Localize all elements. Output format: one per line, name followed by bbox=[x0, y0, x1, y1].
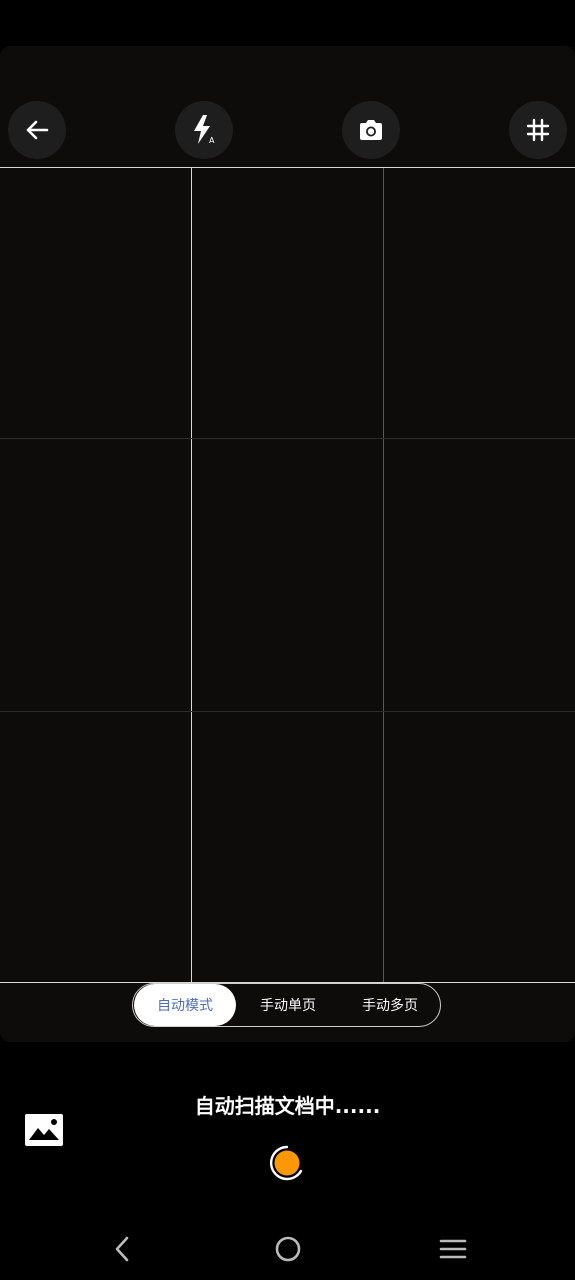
chevron-left-icon[interactable] bbox=[110, 1234, 134, 1264]
switch-camera-button[interactable] bbox=[342, 101, 400, 159]
mode-auto[interactable]: 自动模式 bbox=[134, 984, 236, 1026]
back-button[interactable] bbox=[8, 101, 66, 159]
mode-manual-multi[interactable]: 手动多页 bbox=[340, 984, 440, 1026]
gallery-button[interactable] bbox=[24, 1113, 64, 1147]
scan-mode-selector: 自动模式 手动单页 手动多页 bbox=[132, 983, 441, 1027]
hash-grid-icon bbox=[526, 118, 550, 142]
flash-toggle-button[interactable]: A bbox=[175, 101, 233, 159]
flash-auto-badge: A bbox=[209, 136, 215, 145]
scan-status-text: 自动扫描文档中...... bbox=[194, 1094, 381, 1118]
grid-line-vertical-1 bbox=[191, 168, 192, 982]
grid-line-horizontal-1 bbox=[0, 438, 575, 439]
camera-icon bbox=[360, 120, 382, 140]
grid-overlay bbox=[0, 168, 575, 982]
grid-line-vertical-2 bbox=[383, 168, 384, 982]
grid-line-horizontal-2 bbox=[0, 711, 575, 712]
grid-toggle-button[interactable] bbox=[509, 101, 567, 159]
mode-manual-single[interactable]: 手动单页 bbox=[237, 984, 339, 1026]
circle-home-icon[interactable] bbox=[273, 1234, 303, 1264]
image-gallery-icon bbox=[25, 1114, 63, 1146]
arrow-left-icon bbox=[26, 120, 49, 140]
capture-shutter-icon bbox=[269, 1145, 303, 1181]
flash-auto-icon: A bbox=[194, 115, 215, 145]
capture-button[interactable] bbox=[268, 1144, 306, 1182]
hamburger-menu-icon[interactable] bbox=[438, 1234, 468, 1264]
